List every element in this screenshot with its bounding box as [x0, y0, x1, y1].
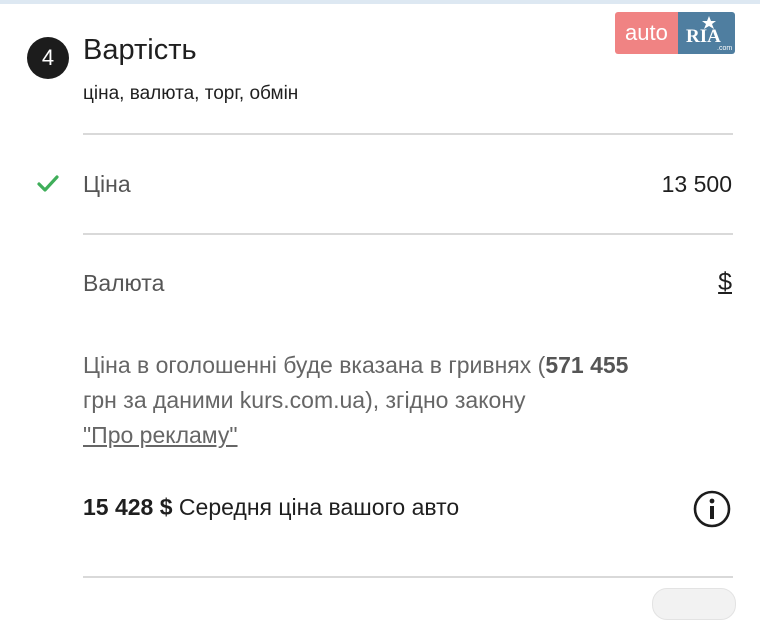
step-number-badge: 4: [27, 37, 69, 79]
average-price-text: Середня ціна вашого авто: [172, 494, 460, 520]
section-title: Вартість: [83, 34, 197, 66]
info-icon[interactable]: [692, 489, 732, 534]
auto-ria-logo[interactable]: auto RIA .com: [615, 12, 735, 54]
divider: [83, 576, 733, 578]
notice-text-before: Ціна в оголошенні буде вказана в гривнях…: [83, 352, 546, 378]
notice-text-after: грн за даними kurs.com.ua), згідно закон…: [83, 387, 526, 413]
average-price-row: 15 428 $ Середня ціна вашого авто: [83, 494, 459, 521]
currency-label: Валюта: [83, 270, 165, 296]
divider: [83, 233, 733, 235]
price-notice: Ціна в оголошенні буде вказана в гривнях…: [83, 348, 723, 453]
currency-select[interactable]: $: [718, 268, 732, 297]
logo-ria-suffix: .com: [717, 45, 732, 52]
top-strip: [0, 0, 760, 4]
logo-auto-text: auto: [615, 12, 678, 54]
average-price-amount: 15 428 $: [83, 494, 173, 520]
check-icon: [36, 172, 60, 201]
logo-ria-mark: RIA .com: [677, 12, 735, 54]
price-label: Ціна: [83, 171, 131, 197]
price-value[interactable]: 13 500: [662, 171, 732, 198]
advertising-law-link[interactable]: "Про рекламу": [83, 422, 238, 448]
section-subtitle: ціна, валюта, торг, обмін: [83, 83, 299, 104]
logo-ria-text: RIA: [686, 26, 721, 47]
toggle-switch[interactable]: [652, 588, 736, 620]
notice-amount: 571 455: [545, 352, 629, 378]
divider: [83, 133, 733, 135]
